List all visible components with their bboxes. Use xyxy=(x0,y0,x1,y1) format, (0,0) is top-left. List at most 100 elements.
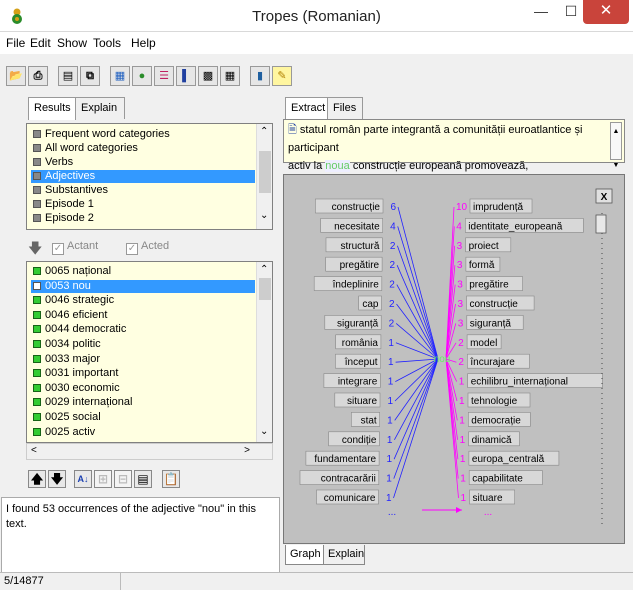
bar-graph-icon[interactable]: ▌ xyxy=(176,66,196,86)
stars-graph-icon[interactable]: ☰ xyxy=(154,66,174,86)
left-more-label: ... xyxy=(388,507,396,518)
word-item[interactable]: 0025 activ xyxy=(31,426,255,439)
acted-label: Acted xyxy=(141,240,170,252)
word-item[interactable]: 0029 internațional xyxy=(31,396,255,409)
word-item[interactable]: 0053 nou xyxy=(31,279,255,293)
category-item[interactable]: Adjectives xyxy=(31,170,255,183)
sort-az-icon[interactable]: A↓ xyxy=(74,470,92,488)
word-item[interactable]: 0046 strategic xyxy=(31,294,255,307)
list-toolbar: 🡅 🡇 A↓ ⊞ ⊟ ▤ 📋 xyxy=(26,466,276,494)
category-item[interactable]: Frequent word categories xyxy=(31,128,255,141)
menu-help[interactable]: Help xyxy=(131,36,156,50)
scroll-thumb[interactable] xyxy=(259,278,271,300)
grid-icon[interactable]: ▦ xyxy=(110,66,130,86)
words-hscrollbar[interactable]: < > xyxy=(26,443,273,460)
chevron-up-icon[interactable]: ⌃ xyxy=(260,126,268,137)
minimize-button[interactable]: — xyxy=(526,0,556,24)
menu-show[interactable]: Show xyxy=(57,36,87,50)
star-graph[interactable]: 6 construcție 4 necesitate 2 structură 2 pregăt… xyxy=(284,175,624,543)
graph-panel: 6 construcție 4 necesitate 2 structură 2 pregăt… xyxy=(283,174,625,544)
print-icon[interactable]: ⎙ xyxy=(28,66,48,86)
word-label: 0030 economic xyxy=(45,381,120,394)
chevron-down-icon[interactable]: ⌄ xyxy=(260,426,268,437)
left-node-label: condiție xyxy=(342,435,377,446)
word-item[interactable]: 0044 democratic xyxy=(31,323,255,336)
status-divider xyxy=(120,573,121,590)
chevron-right-icon[interactable]: > xyxy=(244,445,250,456)
tab-files[interactable]: Files xyxy=(327,97,363,119)
left-count: 2 xyxy=(389,280,395,291)
actant-label: Actant xyxy=(67,240,99,252)
book-icon[interactable]: ▮ xyxy=(250,66,270,86)
words-scrollbar[interactable]: ⌃ ⌄ xyxy=(256,262,272,442)
word-item[interactable]: 0033 major xyxy=(31,353,255,366)
tab-graph-explain[interactable]: Explain xyxy=(323,545,365,565)
word-item[interactable]: 0046 eficient xyxy=(31,309,255,322)
chevron-down-icon[interactable]: ⌄ xyxy=(260,210,268,221)
category-item[interactable]: Verbs xyxy=(31,156,255,169)
category-item[interactable]: Substantives xyxy=(31,184,255,197)
properties-icon[interactable]: ▤ xyxy=(58,66,78,86)
left-count: 2 xyxy=(389,318,395,329)
center-node-label[interactable]: nou xyxy=(434,354,451,365)
category-item[interactable]: Episode 2 xyxy=(31,212,255,225)
copy-icon[interactable]: ⧉ xyxy=(80,66,100,86)
left-count: 1 xyxy=(387,454,393,465)
scroll-thumb[interactable] xyxy=(259,151,271,193)
tab-extract[interactable]: Extract xyxy=(285,97,328,120)
word-icon xyxy=(33,369,41,378)
properties-icon[interactable]: ▤ xyxy=(134,470,152,488)
right-node-label: pregătire xyxy=(469,280,509,291)
right-node-label: proiect xyxy=(469,241,499,252)
arrow-down-icon[interactable]: 🡇 xyxy=(48,470,66,488)
chevron-left-icon[interactable]: < xyxy=(31,445,37,456)
word-item[interactable]: 0065 național xyxy=(31,265,255,278)
zoom-slider-thumb[interactable] xyxy=(595,214,607,234)
menu-tools[interactable]: Tools xyxy=(93,36,121,50)
tab-explain[interactable]: Explain xyxy=(75,97,125,119)
left-edge xyxy=(393,358,439,460)
notes-icon[interactable]: ✎ xyxy=(272,66,292,86)
chevron-up-icon[interactable]: ⌃ xyxy=(260,264,268,275)
word-item[interactable]: 0025 social xyxy=(31,411,255,424)
chevron-down-icon[interactable]: ▼ xyxy=(611,157,621,175)
right-node-label: tehnologie xyxy=(471,396,518,407)
clipboard-icon[interactable]: 📋 xyxy=(162,470,180,488)
extract-scrollbar[interactable]: ▲ ▼ xyxy=(610,122,622,169)
word-icon xyxy=(33,296,41,305)
word-icon xyxy=(33,325,41,334)
tab-results[interactable]: Results xyxy=(28,97,76,120)
word-item[interactable]: 0034 politic xyxy=(31,338,255,351)
right-count: 1 xyxy=(460,474,466,485)
tab-graph[interactable]: Graph xyxy=(285,545,324,565)
acted-checkbox[interactable]: ✓ Acted xyxy=(126,240,169,255)
menu-file[interactable]: File xyxy=(6,36,25,50)
word-item[interactable]: 0031 important xyxy=(31,367,255,380)
arrow-down-icon[interactable]: 🡇 xyxy=(28,238,42,262)
extract-suffix: construcție europeană promovează, xyxy=(349,160,529,172)
tropes-icon[interactable]: ● xyxy=(132,66,152,86)
category-icon xyxy=(33,186,41,194)
word-item[interactable]: 0030 economic xyxy=(31,382,255,395)
arrow-up-icon[interactable]: 🡅 xyxy=(28,470,46,488)
menu-edit[interactable]: Edit xyxy=(30,36,51,50)
category-item[interactable]: All word categories xyxy=(31,142,255,155)
left-count: 2 xyxy=(390,260,396,271)
open-folder-icon[interactable]: 📂 xyxy=(6,66,26,86)
close-button[interactable]: ✕ xyxy=(583,0,629,24)
category-item[interactable]: Episode 1 xyxy=(31,198,255,211)
actant-checkbox[interactable]: ✓ Actant xyxy=(52,240,98,255)
category-icon xyxy=(33,158,41,166)
categories-scrollbar[interactable]: ⌃ ⌄ xyxy=(256,124,272,229)
table-icon[interactable]: ▦ xyxy=(220,66,240,86)
right-count: 1 xyxy=(459,415,465,426)
collapse-icon[interactable]: ⊟ xyxy=(114,470,132,488)
category-label: Frequent word categories xyxy=(45,128,170,140)
maximize-button[interactable]: ☐ xyxy=(556,0,586,24)
chevron-up-icon[interactable]: ▲ xyxy=(611,123,621,141)
left-node-label: îndeplinire xyxy=(332,280,380,291)
word-icon xyxy=(33,413,41,421)
areas-graph-icon[interactable]: ▩ xyxy=(198,66,218,86)
expand-icon[interactable]: ⊞ xyxy=(94,470,112,488)
right-count: 3 xyxy=(457,260,463,271)
